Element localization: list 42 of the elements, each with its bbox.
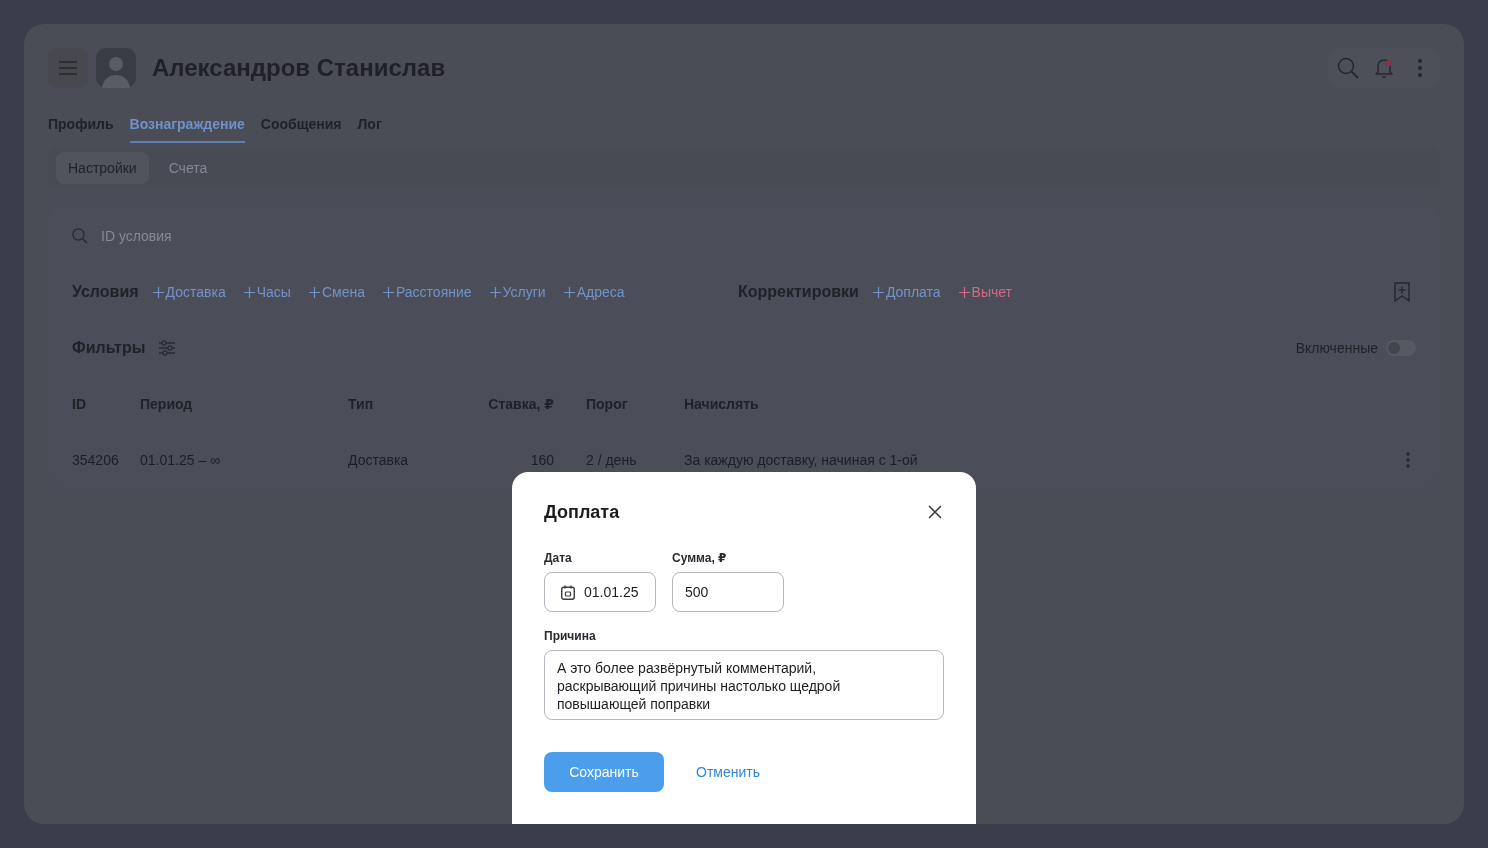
plus-icon <box>872 286 884 298</box>
bell-icon[interactable] <box>1375 58 1393 78</box>
field-label: Сумма, ₽ <box>672 550 728 566</box>
plus-icon <box>382 286 394 298</box>
textarea-field[interactable]: А это более развёрнутый комментарий, раскрывающий причины настолько щедрой повышающей поправки <box>544 650 944 720</box>
search-icon[interactable] <box>1337 57 1359 79</box>
add-condition-link[interactable]: Адреса <box>563 284 625 300</box>
subtab[interactable]: Счета <box>156 152 220 184</box>
menu-icon <box>59 61 77 75</box>
avatar-icon <box>96 48 136 88</box>
input-field[interactable]: 01.01.25 <box>544 572 656 612</box>
field-label: Причина <box>544 628 597 644</box>
search-placeholder: ID условия <box>101 228 172 244</box>
add-condition-link[interactable]: Доставка <box>152 284 226 300</box>
field-label: Дата <box>544 550 573 566</box>
kebab-icon[interactable] <box>1418 59 1422 77</box>
tab[interactable]: Вознаграждение <box>129 114 245 143</box>
add-adjustment-link[interactable]: Доплата <box>872 284 941 300</box>
plus-icon <box>563 286 575 298</box>
plus-icon <box>489 286 501 298</box>
add-condition-link[interactable]: Услуги <box>489 284 546 300</box>
plus-icon <box>152 286 164 298</box>
plus-icon <box>243 286 255 298</box>
plus-icon <box>308 286 320 298</box>
plus-icon <box>958 286 970 298</box>
kebab-icon[interactable] <box>1406 452 1410 468</box>
dialog-title: Доплата <box>544 501 620 523</box>
add-condition-link[interactable]: Смена <box>308 284 365 300</box>
search-icon <box>72 228 88 244</box>
add-condition-link[interactable]: Расстояние <box>382 284 472 300</box>
menu-button[interactable] <box>48 48 88 88</box>
sliders-icon[interactable] <box>159 340 176 356</box>
close-icon[interactable] <box>928 505 942 519</box>
input-field[interactable]: 500 <box>672 572 784 612</box>
add-condition-link[interactable]: Часы <box>243 284 291 300</box>
notification-dot-icon <box>1386 60 1392 66</box>
bookmark-plus-icon[interactable] <box>1394 282 1410 302</box>
add-adjustment-link[interactable]: Вычет <box>958 284 1013 300</box>
calendar-icon <box>561 584 575 600</box>
cancel-link[interactable]: Отменить <box>696 752 760 792</box>
save-button[interactable]: Сохранить <box>544 752 664 792</box>
search-field[interactable]: ID условия <box>72 220 1416 252</box>
